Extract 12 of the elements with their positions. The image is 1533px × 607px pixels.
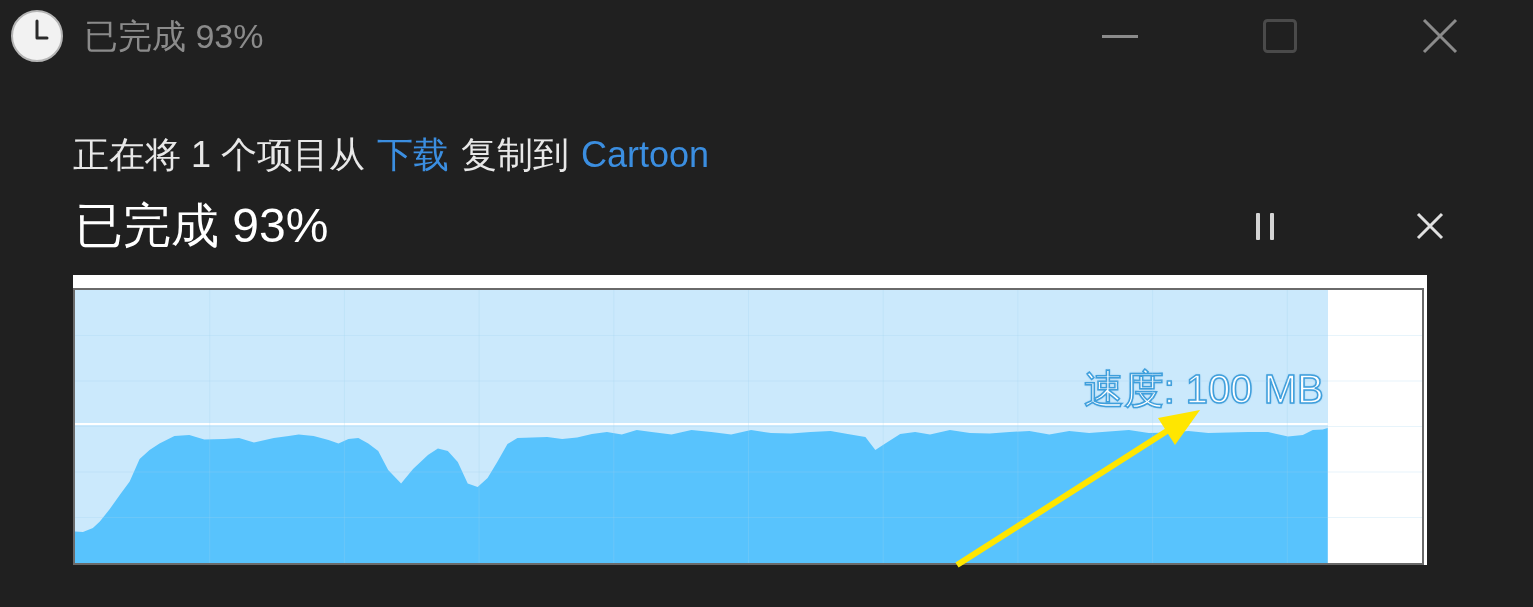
folder-link[interactable]: Cartoon (581, 133, 710, 177)
speed-label: 速度: 100 MB (1083, 366, 1324, 412)
pause-icon (1255, 212, 1275, 240)
window-title: 已完成 93% (84, 16, 264, 56)
clock-icon (10, 9, 64, 63)
progress-title: 已完成 93% (75, 198, 329, 254)
cancel-icon (1416, 212, 1444, 240)
maximize-icon (1263, 19, 1297, 53)
copy-status-text: 正在将 1 个项目从 下载 复制到 Cartoon (73, 133, 710, 177)
folder-link[interactable]: 下载 (377, 133, 450, 177)
close-icon (1422, 18, 1458, 54)
minimize-icon (1102, 34, 1138, 38)
